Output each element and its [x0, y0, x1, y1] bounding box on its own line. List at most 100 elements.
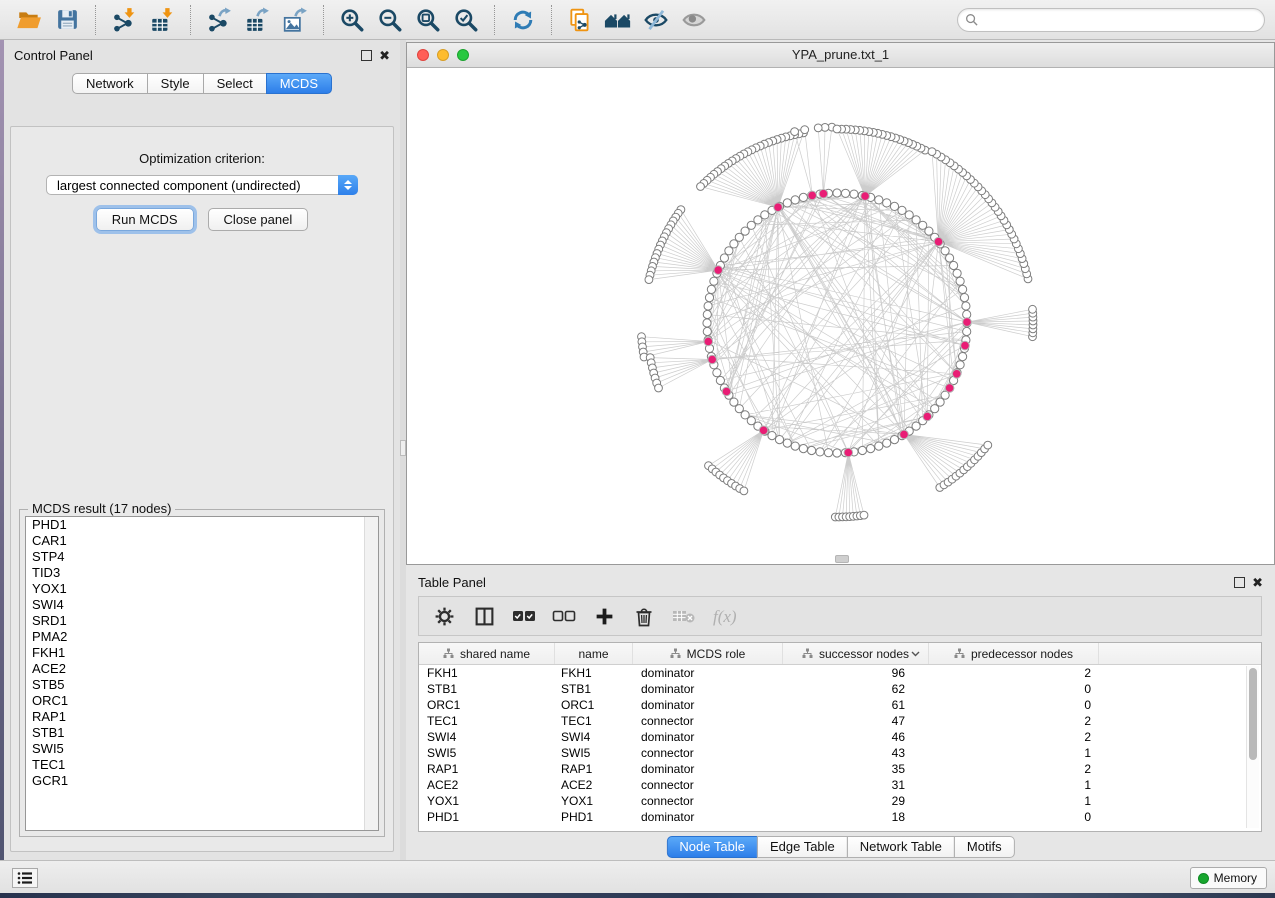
table-cell: RAP1	[555, 761, 633, 777]
export-table-icon	[244, 7, 270, 33]
close-window-icon[interactable]	[417, 49, 429, 61]
column-header-predecessor-nodes[interactable]: predecessor nodes	[929, 643, 1099, 664]
split-divider-handle[interactable]	[835, 555, 849, 563]
column-header-mcds-role[interactable]: MCDS role	[633, 643, 783, 664]
show-columns-button[interactable]	[469, 601, 499, 631]
select-all-button[interactable]	[509, 601, 539, 631]
mcds-node[interactable]: PHD1	[26, 517, 378, 533]
table-cell: 1	[929, 793, 1099, 809]
table-settings-button[interactable]	[429, 601, 459, 631]
close-panel-button[interactable]: Close panel	[208, 208, 309, 231]
column-header-shared-name[interactable]: shared name	[419, 643, 555, 664]
export-table-button[interactable]	[241, 4, 273, 36]
table-cell: 46	[783, 729, 929, 745]
close-panel-icon[interactable]: ✖	[379, 50, 390, 61]
minimize-window-icon[interactable]	[437, 49, 449, 61]
memory-button[interactable]: Memory	[1190, 867, 1267, 889]
hide-details-button[interactable]	[640, 4, 672, 36]
tab-mcds[interactable]: MCDS	[266, 73, 332, 94]
table-row[interactable]: STB1STB1dominator620	[419, 681, 1261, 697]
tab-network[interactable]: Network	[72, 73, 148, 94]
mcds-node[interactable]: CAR1	[26, 533, 378, 549]
refresh-layout-button[interactable]	[507, 4, 539, 36]
attribute-icon	[802, 648, 813, 659]
float-panel-icon[interactable]	[361, 50, 372, 61]
mcds-node[interactable]: FKH1	[26, 645, 378, 661]
table-cell: YOX1	[555, 793, 633, 809]
mcds-list-scrollbar[interactable]	[364, 517, 378, 830]
mcds-node[interactable]: PMA2	[26, 629, 378, 645]
table-row[interactable]: SWI5SWI5connector431	[419, 745, 1261, 761]
table-row[interactable]: ACE2ACE2connector311	[419, 777, 1261, 793]
table-row[interactable]: SWI4SWI4dominator462	[419, 729, 1261, 745]
mcds-node[interactable]: TID3	[26, 565, 378, 581]
column-header-successor-nodes[interactable]: successor nodes	[783, 643, 929, 664]
criterion-select[interactable]: largest connected component (undirected)	[46, 175, 358, 195]
mcds-node[interactable]: SRD1	[26, 613, 378, 629]
mcds-node[interactable]: TEC1	[26, 757, 378, 773]
table-cell: 47	[783, 713, 929, 729]
tab-style[interactable]: Style	[147, 73, 204, 94]
tab-select[interactable]: Select	[203, 73, 267, 94]
search-input[interactable]	[982, 11, 1257, 29]
attribute-icon	[954, 648, 965, 659]
table-row[interactable]: PHD1PHD1dominator180	[419, 809, 1261, 825]
export-image-button[interactable]	[279, 4, 311, 36]
table-row[interactable]: RAP1RAP1dominator352	[419, 761, 1261, 777]
tab-edge-table[interactable]: Edge Table	[757, 836, 848, 858]
mcds-node[interactable]: SWI4	[26, 597, 378, 613]
mcds-node[interactable]: ORC1	[26, 693, 378, 709]
mcds-node[interactable]: STB5	[26, 677, 378, 693]
mcds-node[interactable]: ACE2	[26, 661, 378, 677]
zoom-selected-button[interactable]	[450, 4, 482, 36]
columns-icon	[474, 606, 495, 627]
table-row[interactable]: YOX1YOX1connector291	[419, 793, 1261, 809]
mcds-node[interactable]: GCR1	[26, 773, 378, 789]
column-header-filler	[1099, 643, 1261, 664]
deselect-all-button[interactable]	[549, 601, 579, 631]
table-cell: 29	[783, 793, 929, 809]
mcds-node[interactable]: STB1	[26, 725, 378, 741]
zoom-in-button[interactable]	[336, 4, 368, 36]
zoom-fit-button[interactable]	[412, 4, 444, 36]
table-row[interactable]: TEC1TEC1connector472	[419, 713, 1261, 729]
table-cell: RAP1	[419, 761, 555, 777]
show-details-button[interactable]	[678, 4, 710, 36]
home-button[interactable]	[602, 4, 634, 36]
show-log-button[interactable]	[12, 868, 38, 888]
table-scrollbar-thumb[interactable]	[1249, 668, 1257, 760]
tab-motifs[interactable]: Motifs	[954, 836, 1015, 858]
svg-text:f(x): f(x)	[713, 607, 737, 626]
run-mcds-button[interactable]: Run MCDS	[96, 208, 194, 231]
tab-node-table[interactable]: Node Table	[666, 836, 758, 858]
open-session-button[interactable]	[13, 4, 45, 36]
mcds-node[interactable]: YOX1	[26, 581, 378, 597]
zoom-out-button[interactable]	[374, 4, 406, 36]
create-column-button[interactable]	[589, 601, 619, 631]
import-table-button[interactable]	[146, 4, 178, 36]
network-graph[interactable]	[407, 68, 1274, 564]
network-canvas[interactable]	[407, 68, 1274, 564]
search-field[interactable]	[957, 8, 1265, 32]
control-panel-title: Control Panel	[14, 48, 93, 63]
table-cell: 43	[783, 745, 929, 761]
column-header-name[interactable]: name	[555, 643, 633, 664]
table-row[interactable]: FKH1FKH1dominator962	[419, 665, 1261, 681]
table-scrollbar[interactable]	[1246, 666, 1259, 828]
close-panel-icon[interactable]: ✖	[1252, 577, 1263, 588]
export-network-button[interactable]	[203, 4, 235, 36]
tab-network-table[interactable]: Network Table	[847, 836, 955, 858]
float-panel-icon[interactable]	[1234, 577, 1245, 588]
mcds-node[interactable]: RAP1	[26, 709, 378, 725]
zoom-window-icon[interactable]	[457, 49, 469, 61]
clone-network-button[interactable]	[564, 4, 596, 36]
delete-columns-button[interactable]	[629, 601, 659, 631]
table-row[interactable]: ORC1ORC1dominator610	[419, 697, 1261, 713]
network-window: YPA_prune.txt_1	[406, 42, 1275, 565]
mcds-node[interactable]: SWI5	[26, 741, 378, 757]
import-network-button[interactable]	[108, 4, 140, 36]
save-session-button[interactable]	[51, 4, 83, 36]
network-window-titlebar[interactable]: YPA_prune.txt_1	[407, 43, 1274, 68]
memory-status-icon	[1198, 873, 1209, 884]
mcds-node[interactable]: STP4	[26, 549, 378, 565]
